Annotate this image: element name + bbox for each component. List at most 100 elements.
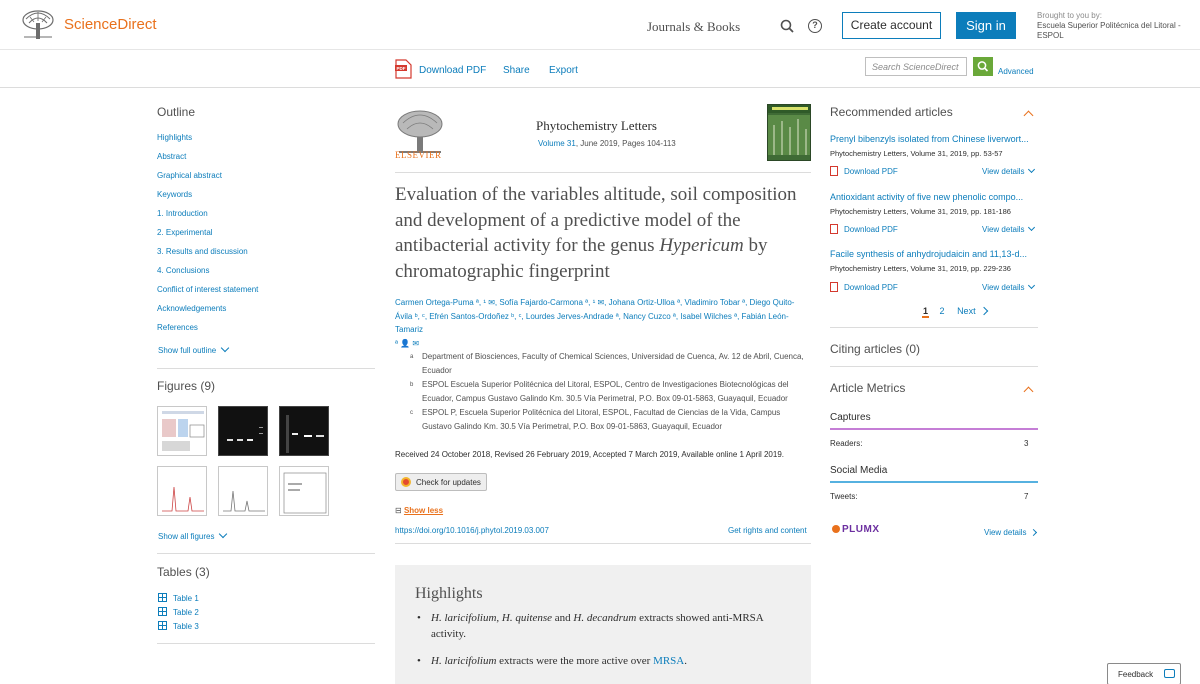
title-genus: Hypericum: [659, 235, 744, 256]
elsevier-tree-logo[interactable]: [20, 9, 56, 41]
recommended-article-title[interactable]: Antioxidant activity of five new phenoli…: [830, 192, 1038, 202]
plumx-logo[interactable]: PLUMX: [832, 524, 880, 535]
author-line[interactable]: Ávila ᵇ, ᶜ, Efrén Santos-Ordoñez ᵇ, ᶜ, L…: [395, 310, 811, 337]
figure-thumbnail[interactable]: [279, 406, 329, 456]
outline-item-abstract[interactable]: Abstract: [157, 152, 186, 161]
tables-heading: Tables (3): [157, 565, 210, 579]
table-link-2[interactable]: Table 2: [158, 607, 199, 617]
recommended-view-details[interactable]: View details: [982, 281, 1035, 292]
next-page-link[interactable]: Next: [957, 306, 976, 316]
outline-item-conflict[interactable]: Conflict of interest statement: [157, 285, 258, 294]
chevron-down-icon: [1027, 165, 1035, 174]
chevron-up-icon[interactable]: [1023, 110, 1034, 121]
journal-cover-image[interactable]: [767, 104, 811, 161]
readers-count: 3: [1024, 439, 1029, 448]
species-name: H. laricifolium: [431, 655, 497, 667]
author-line[interactable]: Carmen Ortega-Puma ª, ¹ ✉, Sofía Fajardo…: [395, 296, 811, 310]
outline-item-references[interactable]: References: [157, 323, 198, 332]
recommended-view-details[interactable]: View details: [982, 165, 1035, 176]
affiliation-text: ESPOL P, Escuela Superior Politécnica de…: [422, 408, 781, 431]
recommended-download-pdf[interactable]: Download PDF: [830, 282, 898, 292]
chevron-up-icon[interactable]: [1023, 386, 1034, 397]
figure-thumbnail[interactable]: [218, 406, 268, 456]
doi-link[interactable]: https://doi.org/10.1016/j.phytol.2019.03…: [395, 526, 549, 535]
show-all-figures-button[interactable]: Show all figures: [158, 529, 228, 541]
outline-item-graphical-abstract[interactable]: Graphical abstract: [157, 171, 222, 180]
show-full-outline-button[interactable]: Show full outline: [158, 343, 230, 355]
search-icon[interactable]: [780, 19, 794, 33]
article-history-dates: Received 24 October 2018, Revised 26 Feb…: [395, 450, 784, 459]
journal-title-link[interactable]: Phytochemistry Letters: [536, 118, 657, 134]
affiliation-text: Department of Biosciences, Faculty of Ch…: [422, 352, 804, 375]
svg-text:PDF: PDF: [397, 66, 406, 71]
recommended-article-title[interactable]: Facile synthesis of anhydrojudaicin and …: [830, 249, 1038, 259]
show-less-toggle[interactable]: ⊟ Show less: [395, 506, 443, 515]
export-link[interactable]: Export: [549, 65, 578, 76]
feedback-button[interactable]: Feedback: [1107, 663, 1181, 684]
journals-books-link[interactable]: Journals & Books: [647, 19, 740, 35]
outline-item-highlights[interactable]: Highlights: [157, 133, 192, 142]
captures-heading: Captures: [830, 412, 871, 423]
check-for-updates-button[interactable]: Check for updates: [395, 473, 487, 491]
author-line[interactable]: ª 👤 ✉: [395, 337, 811, 351]
mrsa-topic-link[interactable]: MRSA: [653, 655, 684, 667]
pdf-icon: [830, 282, 838, 292]
cover-image-icon: [768, 105, 810, 155]
citing-articles-heading[interactable]: Citing articles (0): [830, 342, 920, 356]
search-submit-button[interactable]: [973, 57, 993, 76]
advanced-search-link[interactable]: Advanced: [998, 67, 1034, 76]
create-account-button[interactable]: Create account: [842, 12, 941, 39]
recommended-download-pdf[interactable]: Download PDF: [830, 166, 898, 176]
outline-item-introduction[interactable]: 1. Introduction: [157, 209, 208, 218]
tweets-label: Tweets:: [830, 492, 858, 501]
outline-item-keywords[interactable]: Keywords: [157, 190, 192, 199]
divider: [157, 553, 375, 554]
table-link-1[interactable]: Table 1: [158, 593, 199, 603]
speech-bubble-icon: [1164, 669, 1175, 678]
view-details-label: View details: [982, 225, 1025, 234]
show-all-figures-label: Show all figures: [158, 532, 215, 541]
outline-item-acknowledgements[interactable]: Acknowledgements: [157, 304, 226, 313]
chevron-down-icon: [221, 343, 230, 353]
page-2-link[interactable]: 2: [940, 306, 945, 316]
article-metrics-heading: Article Metrics: [830, 381, 906, 395]
recommended-article-title[interactable]: Prenyl bibenzyls isolated from Chinese l…: [830, 134, 1038, 144]
outline-item-experimental[interactable]: 2. Experimental: [157, 228, 213, 237]
figure-thumbnail[interactable]: [218, 466, 268, 516]
recommended-article-meta: Phytochemistry Letters, Volume 31, 2019,…: [830, 207, 1011, 216]
figure-thumbnail[interactable]: [157, 406, 207, 456]
figure-gel-icon: [227, 427, 263, 441]
affiliation-marker: c: [410, 410, 413, 416]
volume-link[interactable]: Volume 31: [538, 139, 576, 148]
author-list[interactable]: Carmen Ortega-Puma ª, ¹ ✉, Sofía Fajardo…: [395, 296, 811, 350]
recommended-download-pdf[interactable]: Download PDF: [830, 224, 898, 234]
table-link-3[interactable]: Table 3: [158, 621, 199, 631]
outline-item-results[interactable]: 3. Results and discussion: [157, 247, 248, 256]
metrics-view-details-link[interactable]: View details: [984, 528, 1037, 537]
outline-item-conclusions[interactable]: 4. Conclusions: [157, 266, 209, 275]
pdf-icon[interactable]: PDF: [395, 59, 412, 79]
search-sciencedirect-input[interactable]: Search ScienceDirect: [865, 57, 967, 76]
download-pdf-label: Download PDF: [844, 167, 898, 176]
show-less-label: Show less: [403, 506, 444, 515]
figure-thumbnail[interactable]: [157, 466, 207, 516]
collapse-icon: ⊟: [395, 506, 404, 515]
chevron-down-icon: [1027, 223, 1035, 232]
affiliation-c: c ESPOL P, Escuela Superior Politécnica d…: [410, 406, 812, 434]
download-pdf-link[interactable]: Download PDF: [419, 65, 486, 76]
plumx-icon: [832, 525, 840, 533]
get-rights-link[interactable]: Get rights and content: [728, 526, 807, 535]
sign-in-button[interactable]: Sign in: [956, 12, 1016, 39]
search-icon: [977, 61, 989, 72]
sciencedirect-brand-link[interactable]: ScienceDirect: [64, 16, 157, 33]
divider: [157, 368, 375, 369]
divider: [830, 366, 1038, 367]
help-icon[interactable]: ?: [808, 19, 822, 33]
chevron-right-icon[interactable]: [979, 306, 989, 316]
share-link[interactable]: Share: [503, 65, 530, 76]
page-1-current[interactable]: 1: [922, 306, 930, 318]
recommended-view-details[interactable]: View details: [982, 223, 1035, 234]
figure-thumbnail[interactable]: [279, 466, 329, 516]
crossmark-icon: [401, 477, 411, 487]
elsevier-wordmark: ELSEVIER: [395, 150, 442, 160]
